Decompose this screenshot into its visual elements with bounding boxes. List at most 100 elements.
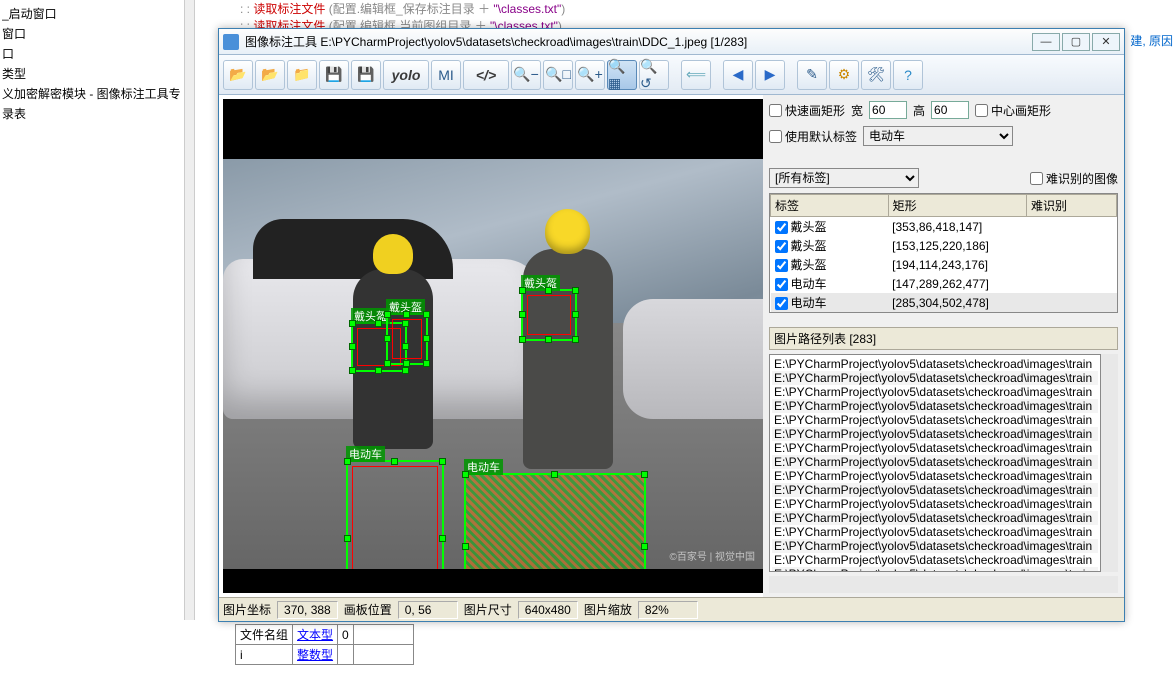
annotation-table[interactable]: 标签 矩形 难识别 戴头盔[353,86,418,147]戴头盔[153,125… [769,193,1118,313]
resize-handle[interactable] [403,311,410,318]
resize-handle[interactable] [545,336,552,343]
resize-handle[interactable] [344,535,351,542]
list-item[interactable]: E:\PYCharmProject\yolov5\datasets\checkr… [772,525,1098,539]
list-item[interactable]: E:\PYCharmProject\yolov5\datasets\checkr… [772,497,1098,511]
list-item[interactable]: E:\PYCharmProject\yolov5\datasets\checkr… [772,399,1098,413]
bounding-box[interactable]: 戴头盔 [386,313,428,365]
resize-handle[interactable] [375,320,382,327]
resize-handle[interactable] [349,367,356,374]
list-item[interactable]: E:\PYCharmProject\yolov5\datasets\checkr… [772,539,1098,553]
zoom-out-icon[interactable]: 🔍− [511,60,541,90]
resize-handle[interactable] [462,543,469,550]
list-item[interactable]: E:\PYCharmProject\yolov5\datasets\checkr… [772,371,1098,385]
list-item[interactable]: E:\PYCharmProject\yolov5\datasets\checkr… [772,553,1098,567]
row-checkbox[interactable] [775,221,788,234]
maximize-button[interactable]: ▢ [1062,33,1090,51]
row-checkbox[interactable] [775,297,788,310]
resize-handle[interactable] [423,335,430,342]
undo-icon[interactable]: ⟸ [681,60,711,90]
open-folder-icon[interactable]: 📂 [223,60,253,90]
resize-handle[interactable] [572,311,579,318]
tools-icon[interactable]: 🛠 [861,60,891,90]
center-rect-checkbox[interactable]: 中心画矩形 [975,102,1051,119]
table-row[interactable]: 电动车[285,304,502,478] [771,293,1117,312]
quick-rect-checkbox[interactable]: 快速画矩形 [769,102,845,119]
resize-handle[interactable] [391,458,398,465]
table-row[interactable]: 电动车[147,289,262,477] [771,274,1117,293]
save-icon[interactable]: 💾 [319,60,349,90]
list-item[interactable]: E:\PYCharmProject\yolov5\datasets\checkr… [772,413,1098,427]
filter-tag-select[interactable]: [所有标签] [769,168,919,188]
reload-icon[interactable]: 📁 [287,60,317,90]
ml-format-button[interactable]: MI [431,60,461,90]
resize-handle[interactable] [545,287,552,294]
zoom-in-icon[interactable]: 🔍+ [575,60,605,90]
table-row[interactable]: 戴头盔[353,86,418,147] [771,217,1117,237]
th-label[interactable]: 标签 [771,195,889,217]
resize-handle[interactable] [423,311,430,318]
zoom-region-icon[interactable]: 🔍▦ [607,60,637,90]
resize-handle[interactable] [519,287,526,294]
help-icon[interactable]: ? [893,60,923,90]
list-item[interactable]: E:\PYCharmProject\yolov5\datasets\checkr… [772,469,1098,483]
prev-icon[interactable]: ◀ [723,60,753,90]
path-scrollbar-h[interactable] [769,576,1118,593]
resize-handle[interactable] [384,360,391,367]
bounding-box[interactable]: 电动车 [346,460,444,569]
resize-handle[interactable] [402,367,409,374]
bounding-box[interactable]: 戴头盔 [521,289,577,341]
resize-handle[interactable] [349,343,356,350]
resize-handle[interactable] [423,360,430,367]
resize-handle[interactable] [641,471,648,478]
list-item[interactable]: E:\PYCharmProject\yolov5\datasets\checkr… [772,567,1098,572]
minimize-button[interactable]: — [1032,33,1060,51]
list-item[interactable]: E:\PYCharmProject\yolov5\datasets\checkr… [772,511,1098,525]
resize-handle[interactable] [519,311,526,318]
resize-handle[interactable] [349,320,356,327]
row-checkbox[interactable] [775,240,788,253]
bounding-box[interactable]: 电动车 [464,473,646,569]
height-input[interactable] [931,101,969,119]
hard-image-checkbox[interactable]: 难识别的图像 [1030,170,1118,187]
path-scrollbar-v[interactable] [1101,354,1118,572]
resize-handle[interactable] [439,535,446,542]
list-item[interactable]: E:\PYCharmProject\yolov5\datasets\checkr… [772,385,1098,399]
close-button[interactable]: ✕ [1092,33,1120,51]
width-input[interactable] [869,101,907,119]
open-folder2-icon[interactable]: 📂 [255,60,285,90]
list-item[interactable]: E:\PYCharmProject\yolov5\datasets\checkr… [772,427,1098,441]
th-rect[interactable]: 矩形 [888,195,1026,217]
image-canvas[interactable]: 戴头盔戴头盔戴头盔电动车电动车 ©百家号 | 视觉中国 [223,99,763,593]
resize-handle[interactable] [572,287,579,294]
table-row[interactable]: 戴头盔[153,125,220,186] [771,236,1117,255]
resize-handle[interactable] [344,458,351,465]
next-icon[interactable]: ▶ [755,60,785,90]
saveall-icon[interactable]: 💾 [351,60,381,90]
resize-handle[interactable] [384,335,391,342]
resize-handle[interactable] [375,367,382,374]
row-checkbox[interactable] [775,278,788,291]
resize-handle[interactable] [384,311,391,318]
list-item[interactable]: E:\PYCharmProject\yolov5\datasets\checkr… [772,483,1098,497]
image-display[interactable]: 戴头盔戴头盔戴头盔电动车电动车 ©百家号 | 视觉中国 [223,159,763,569]
xml-format-button[interactable]: </> [463,60,509,90]
resize-handle[interactable] [641,543,648,550]
list-item[interactable]: E:\PYCharmProject\yolov5\datasets\checkr… [772,441,1098,455]
row-checkbox[interactable] [775,259,788,272]
resize-handle[interactable] [439,458,446,465]
default-label-select[interactable]: 电动车 [863,126,1013,146]
titlebar[interactable]: 图像标注工具 E:\PYCharmProject\yolov5\datasets… [219,29,1124,55]
zoom-reset-icon[interactable]: 🔍↺ [639,60,669,90]
zoom-fit-icon[interactable]: 🔍□ [543,60,573,90]
list-item[interactable]: E:\PYCharmProject\yolov5\datasets\checkr… [772,455,1098,469]
resize-handle[interactable] [572,336,579,343]
resize-handle[interactable] [462,471,469,478]
th-hard[interactable]: 难识别 [1027,195,1117,217]
settings-icon[interactable]: ⚙ [829,60,859,90]
default-label-checkbox[interactable]: 使用默认标签 [769,128,857,145]
table-row[interactable]: 戴头盔[194,114,243,176] [771,255,1117,274]
path-list[interactable]: E:\PYCharmProject\yolov5\datasets\checkr… [769,354,1101,572]
resize-handle[interactable] [551,471,558,478]
resize-handle[interactable] [519,336,526,343]
yolo-format-button[interactable]: yolo [383,60,429,90]
